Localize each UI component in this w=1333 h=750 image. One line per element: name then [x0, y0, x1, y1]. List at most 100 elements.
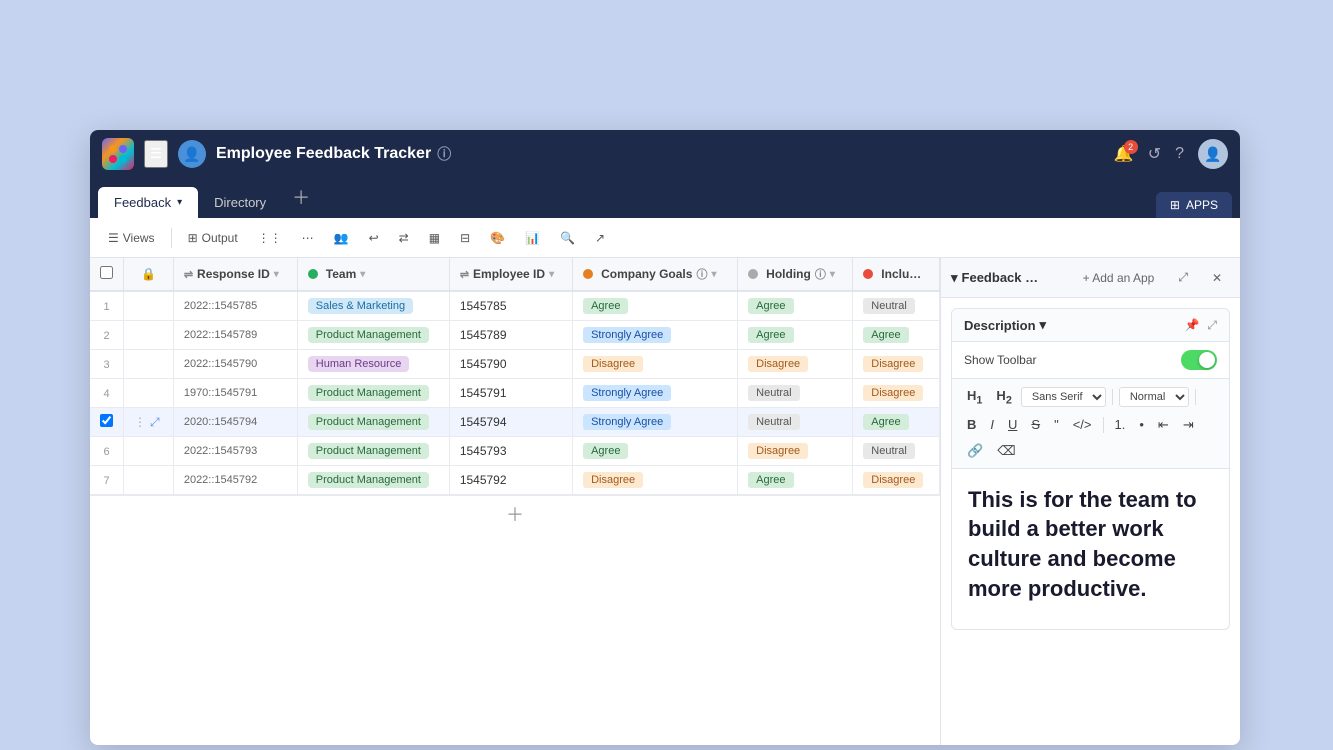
row-holding: Disagree	[738, 350, 853, 379]
row-checkbox-cell[interactable]: 6	[90, 437, 124, 466]
layout-button[interactable]: ▦	[421, 227, 448, 249]
row-holding: Agree	[738, 466, 853, 495]
row-drag-handle[interactable]: ⋮	[134, 415, 146, 429]
fmt-unordered-list[interactable]: •	[1134, 414, 1149, 435]
col-response-id-sort[interactable]: ▾	[274, 269, 279, 280]
notification-button[interactable]: 🔔 2	[1114, 144, 1134, 164]
add-row-button[interactable]: ＋	[90, 495, 940, 531]
row-response-id: 2022::1545785	[173, 291, 297, 321]
apps-button[interactable]: ⊞ APPS	[1156, 192, 1232, 218]
col-company-goals[interactable]: Company Goals ⓘ ▾	[573, 258, 738, 291]
history-button[interactable]: ↺	[1148, 144, 1161, 164]
row-team: Product Management	[297, 379, 449, 408]
col-employee-id-sort[interactable]: ▾	[549, 269, 554, 280]
row-inclu: Neutral	[853, 437, 940, 466]
fmt-h1[interactable]: H1	[962, 385, 987, 410]
add-app-button[interactable]: + Add an App	[1075, 268, 1163, 288]
row-checkbox-cell[interactable]: 3	[90, 350, 124, 379]
tab-add-button[interactable]: ＋	[282, 176, 320, 218]
user-avatar[interactable]: 👤	[1198, 139, 1228, 169]
row-num: 3	[103, 359, 109, 371]
col-inclu[interactable]: Inclu…	[853, 258, 940, 291]
employee-id-icon: ⇌	[460, 268, 469, 281]
tab-feedback-label: Feedback	[114, 195, 171, 210]
row-actions-cell	[124, 379, 174, 408]
description-chevron[interactable]: ▾	[1040, 317, 1047, 333]
fmt-italic[interactable]: I	[985, 414, 999, 435]
description-pin-button[interactable]: 📌	[1184, 318, 1199, 333]
row-checkbox-cell[interactable]: 2	[90, 321, 124, 350]
row-checkbox-cell[interactable]: 7	[90, 466, 124, 495]
row-employee-id: 1545792	[449, 466, 572, 495]
fmt-ordered-list[interactable]: 1.	[1110, 414, 1131, 435]
row-checkbox-cell[interactable]: 1	[90, 291, 124, 321]
team-badge: Human Resource	[308, 356, 410, 372]
side-panel: ▾ Feedback … + Add an App ⤢ ✕ Descriptio…	[940, 258, 1240, 745]
search-button[interactable]: 🔍	[552, 227, 583, 249]
row-checkbox-cell[interactable]	[90, 408, 124, 437]
row-company-goals: Agree	[573, 437, 738, 466]
side-panel-actions: + Add an App ⤢ ✕	[1075, 267, 1230, 288]
col-company-goals-label: Company Goals	[601, 267, 692, 281]
col-checkbox[interactable]	[90, 258, 124, 291]
help-button[interactable]: ?	[1175, 145, 1184, 163]
col-team-sort[interactable]: ▾	[360, 269, 365, 280]
font-family-select[interactable]: Sans Serif	[1021, 387, 1106, 407]
fmt-clear[interactable]: ⌫	[992, 440, 1020, 462]
filter-button[interactable]: ⊟	[452, 227, 478, 249]
tab-directory[interactable]: Directory	[198, 187, 282, 218]
col-holding-sort[interactable]: ▾	[830, 269, 835, 280]
row-employee-id: 1545791	[449, 379, 572, 408]
col-employee-id[interactable]: ⇌ Employee ID ▾	[449, 258, 572, 291]
col-inclu-label: Inclu…	[881, 267, 921, 281]
col-holding[interactable]: Holding ⓘ ▾	[738, 258, 853, 291]
views-button[interactable]: ☰ Views	[100, 227, 163, 249]
row-employee-id: 1545790	[449, 350, 572, 379]
table-row: 1 2022::1545785 Sales & Marketing 154578…	[90, 291, 940, 321]
apps-label: APPS	[1186, 198, 1218, 212]
font-size-select[interactable]: Normal	[1119, 387, 1189, 407]
fmt-bold[interactable]: B	[962, 414, 981, 435]
fmt-quote[interactable]: "	[1049, 414, 1064, 435]
output-button[interactable]: ⊞ Output	[180, 227, 246, 249]
fmt-strikethrough[interactable]: S	[1026, 414, 1045, 435]
chevron-down-icon[interactable]: ▾	[951, 270, 958, 286]
field-button[interactable]: ⇄	[391, 227, 417, 249]
group-button[interactable]: 👥	[326, 227, 357, 249]
row-count-button[interactable]: ⋮⋮	[250, 227, 290, 249]
undo-button[interactable]: ↩	[361, 227, 387, 249]
col-response-id[interactable]: ⇌ Response ID ▾	[173, 258, 297, 291]
company-goals-dot	[583, 269, 593, 279]
description-expand-button[interactable]: ⤢	[1207, 318, 1217, 333]
fmt-h2[interactable]: H2	[991, 385, 1016, 410]
chart-button[interactable]: 📊	[517, 227, 548, 249]
fmt-code[interactable]: </>	[1068, 414, 1097, 435]
row-num: 6	[103, 446, 109, 458]
info-icon[interactable]: ⓘ	[437, 144, 451, 164]
show-toolbar-toggle[interactable]	[1181, 350, 1217, 370]
fmt-indent-left[interactable]: ⇤	[1153, 414, 1174, 436]
fmt-indent-right[interactable]: ⇥	[1178, 414, 1199, 436]
row-checkbox-cell[interactable]: 4	[90, 379, 124, 408]
select-all-checkbox[interactable]	[100, 266, 113, 279]
fmt-sep-1	[1112, 389, 1113, 405]
col-company-goals-sort[interactable]: ▾	[711, 269, 716, 280]
expand-panel-button[interactable]: ⤢	[1170, 267, 1196, 288]
row-expand-icon[interactable]: ⤢	[150, 415, 160, 430]
fmt-link[interactable]: 🔗	[962, 440, 988, 462]
tab-feedback[interactable]: Feedback ▾	[98, 187, 198, 218]
share-button[interactable]: ↗	[587, 227, 613, 249]
close-panel-button[interactable]: ✕	[1204, 268, 1230, 288]
col-team[interactable]: Team ▾	[297, 258, 449, 291]
row-team: Sales & Marketing	[297, 291, 449, 321]
fmt-underline[interactable]: U	[1003, 414, 1022, 435]
row-actions-cell: ⋮⤢	[124, 408, 174, 437]
hamburger-icon: ☰	[150, 146, 162, 162]
tab-feedback-arrow: ▾	[177, 197, 182, 208]
more-button[interactable]: ⋯	[294, 227, 322, 249]
toolbar: ☰ Views ⊞ Output ⋮⋮ ⋯ 👥 ↩ ⇄ ▦ ⊟ 🎨 📊 🔍 ↗	[90, 218, 1240, 258]
description-text-content[interactable]: This is for the team to build a better w…	[952, 469, 1229, 629]
hamburger-button[interactable]: ☰	[144, 140, 168, 168]
row-checkbox[interactable]	[100, 414, 113, 427]
color-button[interactable]: 🎨	[482, 227, 513, 249]
